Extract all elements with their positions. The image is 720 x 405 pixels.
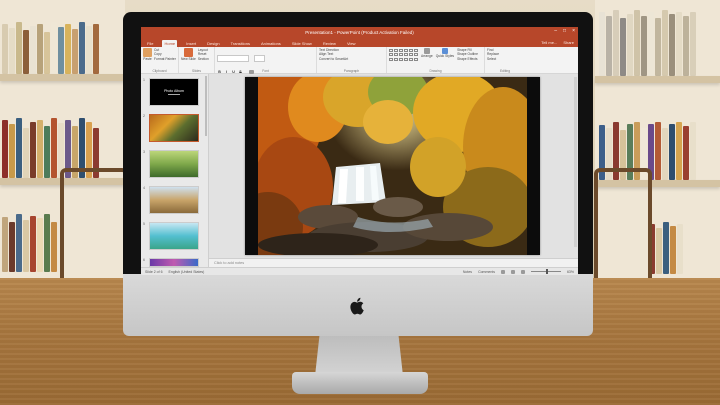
status-bar: Slide 2 of 6 English (United States) Not… <box>141 267 578 275</box>
tab-animations[interactable]: Animations <box>259 40 283 47</box>
slide-sorter-icon[interactable] <box>510 269 515 274</box>
notes-placeholder: Click to add notes <box>214 261 245 265</box>
slide-counter: Slide 2 of 6 <box>145 269 163 274</box>
window-title: Presentation1 - PowerPoint (Product Acti… <box>305 30 414 35</box>
slide-thumbnail-2[interactable]: 2 <box>143 114 199 142</box>
monitor-stand <box>315 336 403 376</box>
group-clipboard: Paste Cut Copy Format Painter Clipboard <box>141 47 179 73</box>
arrange-button[interactable]: Arrange <box>421 48 433 61</box>
tab-view[interactable]: View <box>345 40 358 47</box>
group-label-slides: Slides <box>192 69 201 73</box>
maximize-icon[interactable]: □ <box>563 28 566 34</box>
tab-file[interactable]: File <box>145 40 155 47</box>
close-icon[interactable]: × <box>572 28 575 34</box>
current-slide[interactable] <box>245 77 540 255</box>
paste-button[interactable]: Paste <box>143 48 152 61</box>
powerpoint-window: Presentation1 - PowerPoint (Product Acti… <box>141 27 578 275</box>
thumbnail-title: Photo Album <box>164 89 184 93</box>
group-drawing: Arrange Quick Styles Shape Fill Shape Ou… <box>387 47 485 73</box>
ribbon-home: Paste Cut Copy Format Painter Clipboard … <box>141 47 578 74</box>
slide-thumbnail-6[interactable]: 6 <box>143 258 199 267</box>
chair-left <box>60 168 128 284</box>
comments-button[interactable]: Comments <box>478 270 495 274</box>
normal-view-icon[interactable] <box>500 269 505 274</box>
group-label-clipboard: Clipboard <box>152 69 167 73</box>
format-painter-button[interactable]: Format Painter <box>154 57 176 61</box>
chair-right <box>594 168 652 284</box>
thumbnail-beach <box>149 222 199 250</box>
tab-slide-show[interactable]: Slide Show <box>290 40 314 47</box>
group-slides: New Slide Layout Reset Section Slides <box>179 47 215 73</box>
waterfall-photo[interactable] <box>258 77 527 255</box>
thumbnail-waterfall <box>149 114 199 142</box>
tab-design[interactable]: Design <box>205 40 221 47</box>
group-paragraph: Text Direction Align Text Convert to Sma… <box>317 47 387 73</box>
group-label-editing: Editing <box>499 69 511 73</box>
slide-thumbnail-1[interactable]: 1 Photo Album <box>143 78 199 106</box>
share-button[interactable]: Share <box>563 40 574 45</box>
tab-review[interactable]: Review <box>321 40 338 47</box>
slide-thumbnail-5[interactable]: 5 <box>143 222 199 250</box>
tell-me-search[interactable]: Tell me... <box>541 40 557 45</box>
quick-styles-button[interactable]: Quick Styles <box>436 48 454 61</box>
language-indicator[interactable]: English (United States) <box>169 270 205 274</box>
group-font: B I U S Font <box>215 47 317 74</box>
select-button[interactable]: Select <box>487 57 523 61</box>
waterfall-photo-image <box>258 77 527 255</box>
paste-icon <box>143 48 152 57</box>
thumbnail-tree <box>149 150 199 178</box>
zoom-slider[interactable] <box>530 269 561 274</box>
shape-effects-button[interactable]: Shape Effects <box>457 57 478 61</box>
new-slide-icon <box>183 48 193 57</box>
thumbnails-scrollbar[interactable] <box>205 76 207 136</box>
slide-thumbnail-3[interactable]: 3 <box>143 150 199 178</box>
slide-editor: Click to add notes <box>209 74 578 268</box>
title-bar: Presentation1 - PowerPoint (Product Acti… <box>141 27 578 38</box>
apple-logo-icon <box>350 297 364 315</box>
font-name-select[interactable] <box>217 55 249 63</box>
section-button[interactable]: Section <box>198 57 209 61</box>
group-editing: Find Replace Select Editing <box>485 47 525 73</box>
workspace: 1 Photo Album 2 3 4 5 6 Click to add not… <box>141 74 578 268</box>
reading-view-icon[interactable] <box>520 269 525 274</box>
thumbnail-purple <box>149 258 199 267</box>
new-slide-button[interactable]: New Slide <box>181 48 196 61</box>
ribbon-tabs: File Home Insert Design Transitions Anim… <box>141 38 578 47</box>
convert-smartart-button[interactable]: Convert to SmartArt <box>319 57 384 61</box>
monitor-stand-base <box>292 372 428 394</box>
font-size-select[interactable] <box>254 55 266 63</box>
minimize-icon[interactable]: – <box>554 28 557 34</box>
zoom-level[interactable]: 63% <box>567 270 574 274</box>
slide-thumbnails-panel: 1 Photo Album 2 3 4 5 6 <box>141 74 209 267</box>
tab-transitions[interactable]: Transitions <box>229 40 252 47</box>
group-label-paragraph: Paragraph <box>343 69 360 73</box>
tab-home[interactable]: Home <box>162 40 178 47</box>
shapes-gallery[interactable] <box>389 49 418 61</box>
slide-thumbnail-4[interactable]: 4 <box>143 186 199 214</box>
group-label-font: Font <box>262 69 269 73</box>
notes-toggle-button[interactable]: Notes <box>463 270 472 274</box>
editor-scrollbar[interactable] <box>574 77 577 247</box>
tab-insert[interactable]: Insert <box>184 40 198 47</box>
group-label-drawing: Drawing <box>429 69 442 73</box>
thumbnail-autumn-tree <box>149 186 199 214</box>
